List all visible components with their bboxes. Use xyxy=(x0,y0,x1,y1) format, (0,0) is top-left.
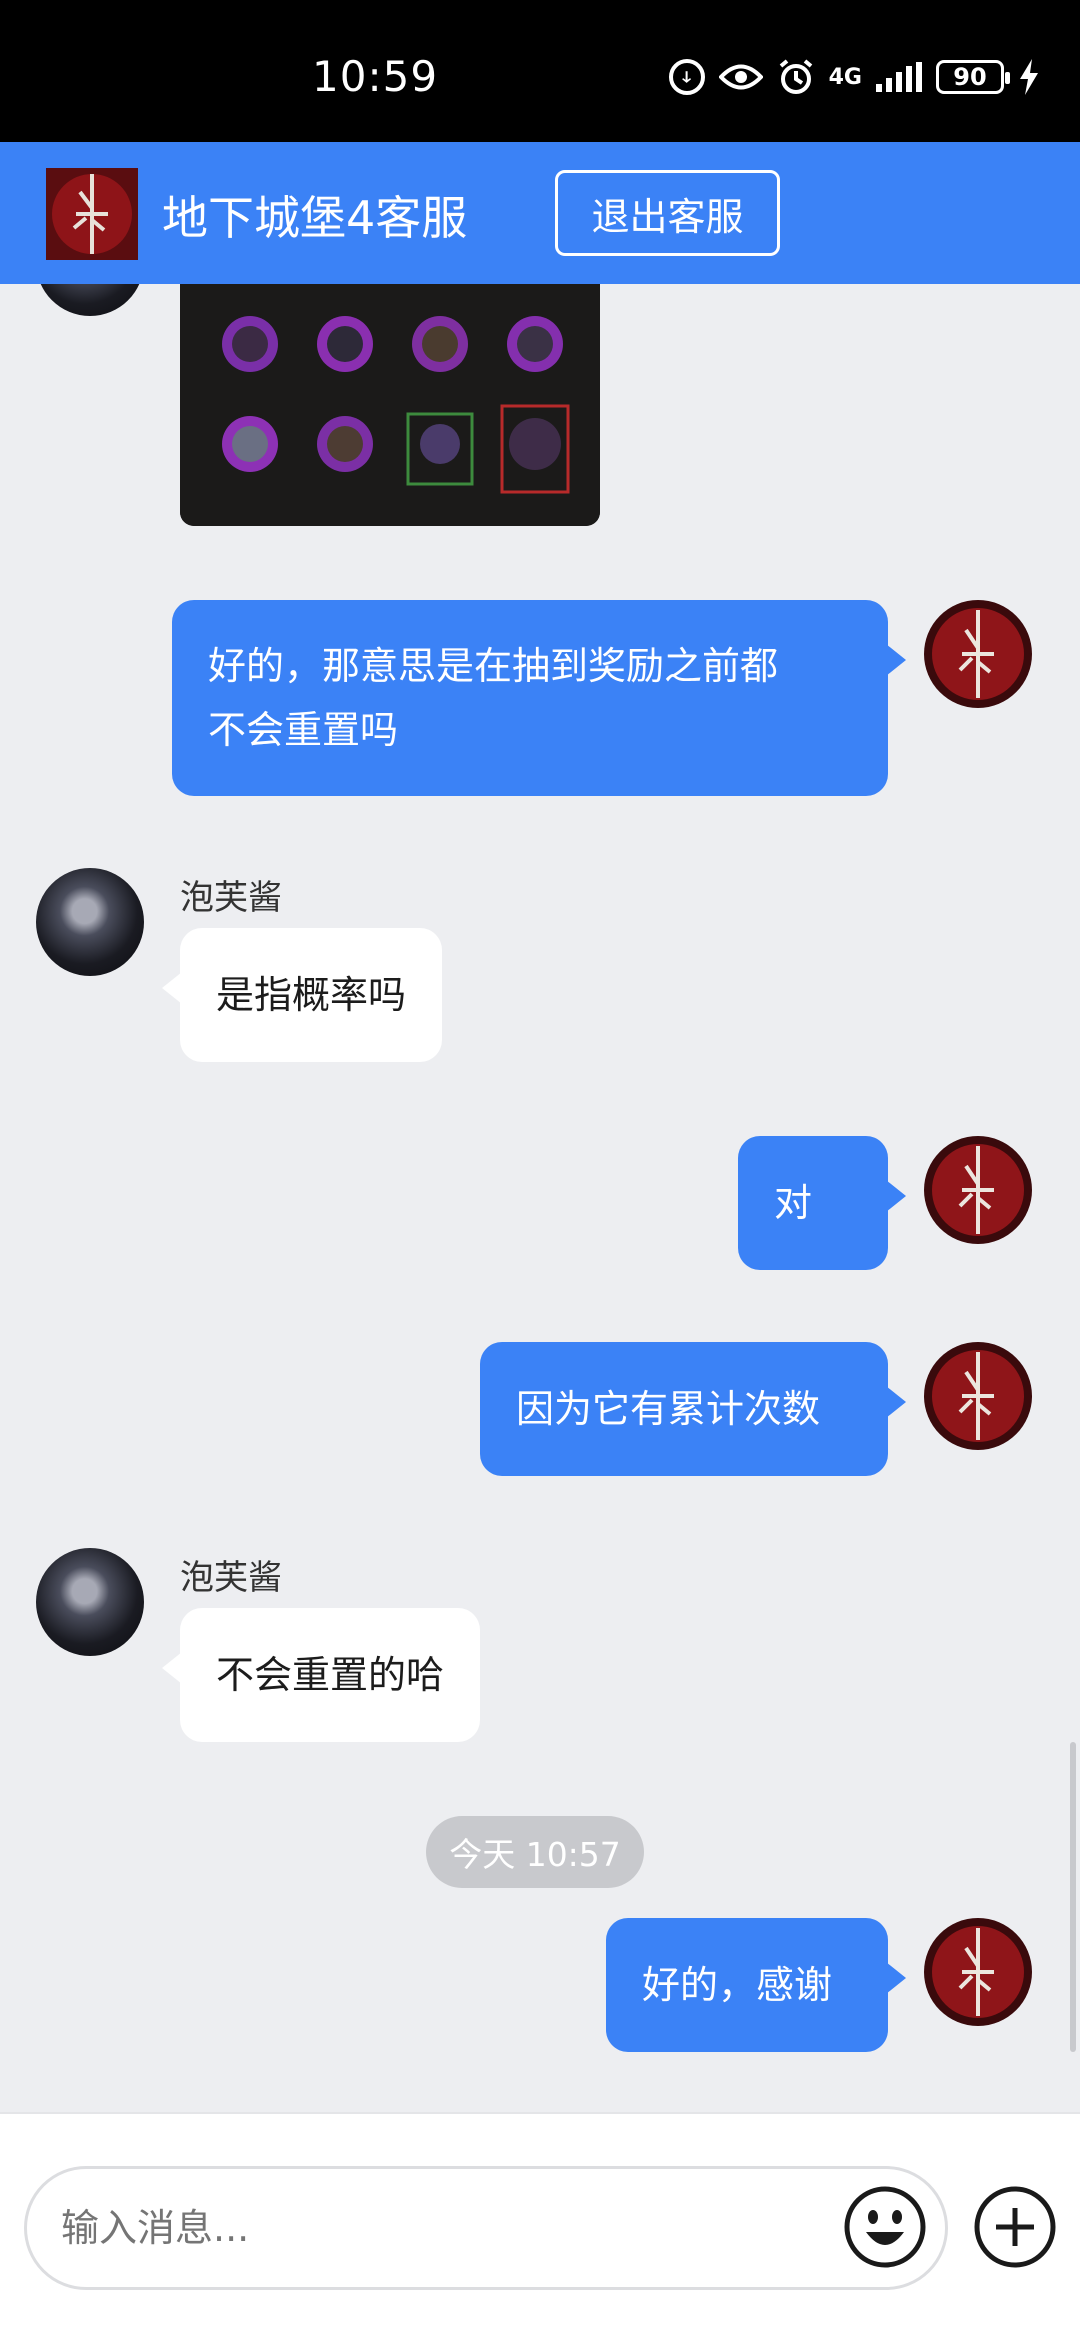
chat-header: 地下城堡4客服 退出客服 xyxy=(0,142,1080,284)
message-text: 不会重置的哈 xyxy=(216,1653,445,1697)
user-avatar[interactable] xyxy=(924,1918,1032,2026)
status-icons: ↆ 4G 90 xyxy=(668,58,1040,96)
incoming-message-bubble[interactable]: 是指概率吗 xyxy=(161,928,443,1062)
status-time: 10:59 xyxy=(312,52,439,101)
status-bar: 10:59 ↆ 4G 90 xyxy=(0,0,1080,142)
message-text: 是指概率吗 xyxy=(216,973,407,1017)
agent-avatar[interactable] xyxy=(36,868,144,976)
message-text: 好的，感谢 xyxy=(642,1963,833,2007)
user-avatar[interactable] xyxy=(924,1342,1032,1450)
outgoing-message-bubble[interactable]: 因为它有累计次数 xyxy=(480,1342,906,1476)
scrollbar[interactable] xyxy=(1070,1742,1076,2052)
agent-avatar[interactable] xyxy=(36,284,144,316)
incoming-message-bubble[interactable]: 不会重置的哈 xyxy=(161,1608,481,1742)
charging-icon xyxy=(1018,59,1040,95)
message-text-line: 不会重置吗 xyxy=(208,708,399,752)
message-input[interactable] xyxy=(24,2166,948,2290)
battery-level: 90 xyxy=(953,63,987,91)
data-saver-icon: ↆ xyxy=(668,59,705,95)
sender-name: 泡芙酱 xyxy=(180,878,282,918)
chat-title: 地下城堡4客服 xyxy=(162,191,468,245)
sender-name: 泡芙酱 xyxy=(180,1558,282,1598)
plus-icon[interactable] xyxy=(972,2184,1058,2270)
message-text-line: 好的，那意思是在抽到奖励之前都 xyxy=(208,644,779,688)
agent-avatar[interactable] xyxy=(36,1548,144,1656)
alarm-icon xyxy=(777,58,815,96)
signal-icon xyxy=(876,62,922,92)
message-input-bar xyxy=(0,2112,1080,2340)
battery-icon: 90 xyxy=(936,60,1010,94)
outgoing-message-bubble[interactable]: 好的，感谢 xyxy=(606,1918,906,2052)
outgoing-message-bubble[interactable]: 对 xyxy=(738,1136,906,1270)
outgoing-message-bubble[interactable]: 好的，那意思是在抽到奖励之前都 不会重置吗 xyxy=(172,600,906,796)
exit-service-button[interactable]: 退出客服 xyxy=(555,170,780,256)
emoji-icon[interactable] xyxy=(842,2184,928,2270)
message-text: 因为它有累计次数 xyxy=(516,1387,821,1431)
message-timestamp: 今天 10:57 xyxy=(426,1816,644,1888)
eye-icon xyxy=(718,62,763,92)
network-type-label: 4G xyxy=(828,64,862,90)
user-avatar[interactable] xyxy=(924,1136,1032,1244)
dungeon-castle-logo-icon xyxy=(46,168,138,260)
user-avatar[interactable] xyxy=(924,600,1032,708)
chat-message-list[interactable]: 好的，那意思是在抽到奖励之前都 不会重置吗 泡芙酱 是指概率吗 对 因为它有累计… xyxy=(0,284,1080,2112)
message-text: 对 xyxy=(774,1181,813,1225)
message-image[interactable] xyxy=(180,284,600,526)
